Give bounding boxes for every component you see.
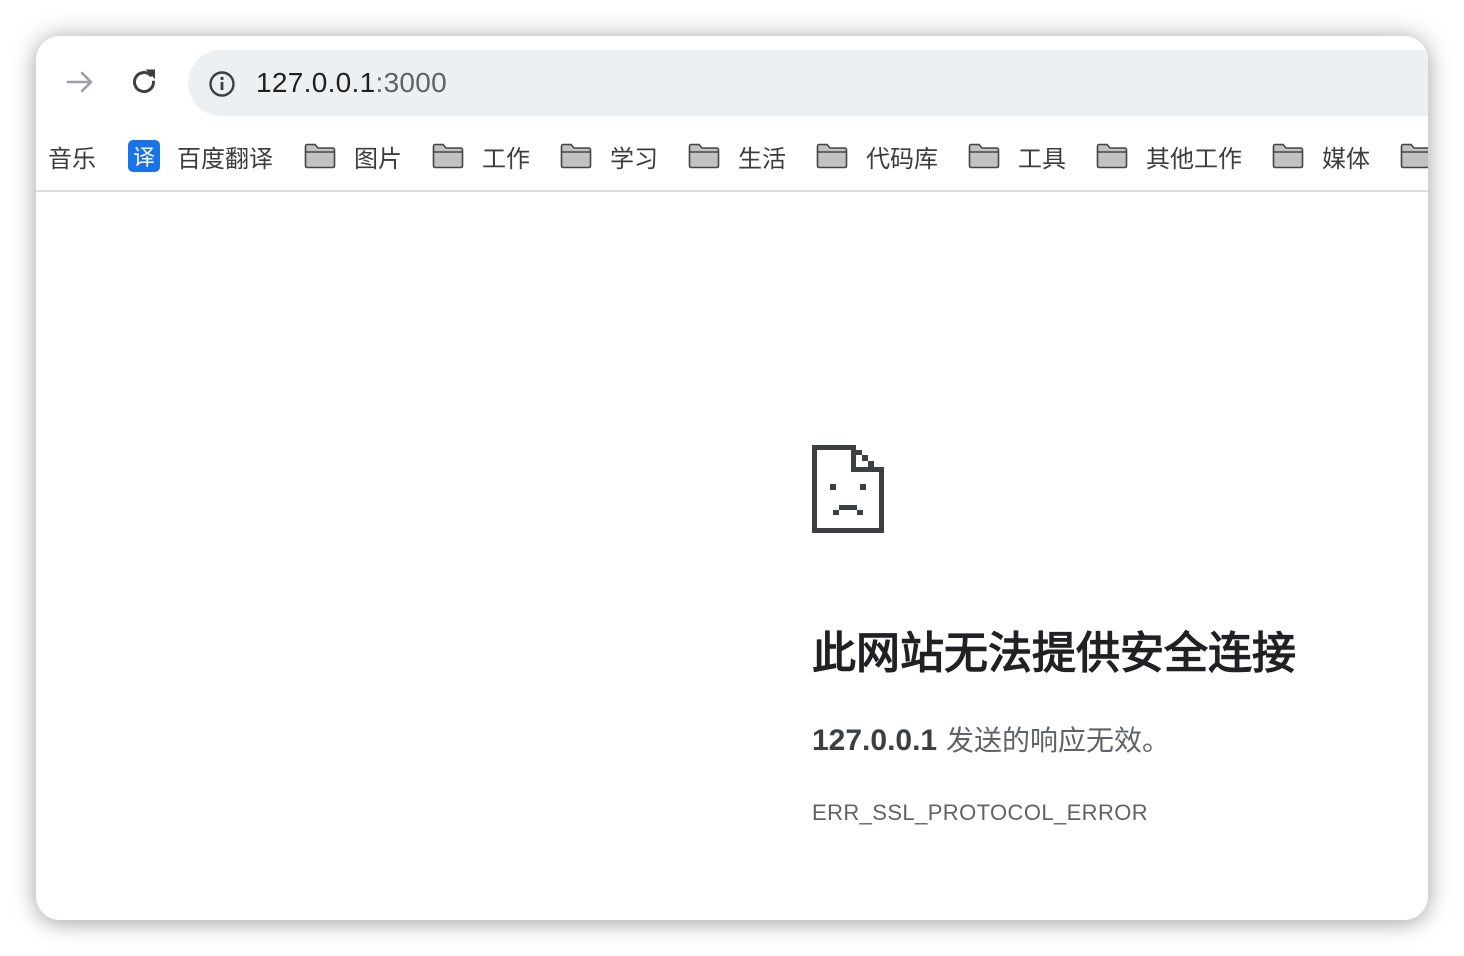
bookmark-baidu-translate[interactable]: 译 百度翻译 [128,132,273,180]
address-bar[interactable]: 127.0.0.1:3000 [188,50,1428,116]
bookmark-folder-overflow[interactable] [1400,132,1428,180]
error-title: 此网站无法提供安全连接 [812,628,1296,679]
bookmark-label: 图片 [354,144,402,173]
url-text[interactable]: 127.0.0.1:3000 [256,66,447,100]
bookmark-folder-study[interactable]: 学习 [560,132,658,180]
bookmarks-bar: 音乐 译 百度翻译 图片 工作 学习 生活 代码库 工具 其他工作 媒体 [36,132,1428,190]
bookmark-folder-media[interactable]: 媒体 [1272,132,1370,180]
bookmark-folder-images[interactable]: 图片 [304,132,402,180]
bookmark-folder-work[interactable]: 工作 [432,132,530,180]
forward-button[interactable] [60,62,100,102]
browser-window: 127.0.0.1:3000 音乐 译 百度翻译 图片 工作 学习 生活 代码库 [36,36,1428,920]
arrow-right-icon [66,71,93,93]
reload-icon [133,69,156,94]
bookmark-music[interactable]: 音乐 [48,132,96,180]
bookmark-label: 学习 [610,144,658,173]
bookmark-label: 工作 [482,144,530,173]
url-port: :3000 [375,67,448,98]
bookmark-folder-tools[interactable]: 工具 [968,132,1066,180]
error-description: 127.0.0.1 发送的响应无效。 [812,722,1170,760]
bookmark-label: 媒体 [1322,144,1370,173]
bookmark-label: 音乐 [48,144,96,173]
bookmark-label: 代码库 [866,144,938,173]
reload-button[interactable] [124,62,164,102]
error-message: 发送的响应无效。 [937,724,1171,757]
bookmark-folder-other-work[interactable]: 其他工作 [1096,132,1242,180]
folder-icon [968,143,1000,169]
browser-toolbar: 127.0.0.1:3000 [36,36,1428,132]
bookmark-folder-life[interactable]: 生活 [688,132,786,180]
url-host: 127.0.0.1 [256,67,376,98]
bookmark-label: 其他工作 [1146,144,1242,173]
info-icon[interactable] [208,70,236,98]
folder-icon [432,143,464,169]
error-page: 此网站无法提供安全连接 127.0.0.1 发送的响应无效。 ERR_SSL_P… [36,192,1428,920]
error-host: 127.0.0.1 [812,724,938,757]
folder-icon [1272,143,1304,169]
translate-icon: 译 [128,140,160,172]
bookmark-label: 百度翻译 [177,144,273,173]
bookmark-label: 生活 [738,144,786,173]
folder-icon [816,143,848,169]
folder-icon [560,143,592,169]
error-code[interactable]: ERR_SSL_PROTOCOL_ERROR [812,798,1148,828]
bookmark-label: 工具 [1018,144,1066,173]
folder-icon [304,143,336,169]
folder-icon [1096,143,1128,169]
bookmark-folder-code[interactable]: 代码库 [816,132,938,180]
folder-icon [688,143,720,169]
sad-page-icon [812,445,884,533]
folder-icon [1400,143,1428,169]
